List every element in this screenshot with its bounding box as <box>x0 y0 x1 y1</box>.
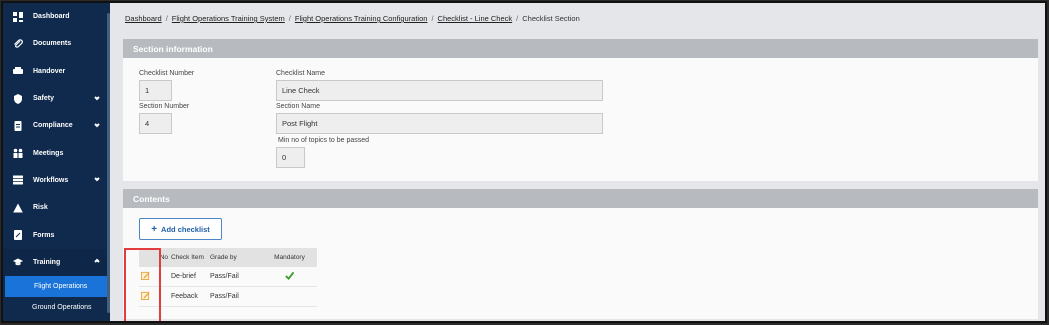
section-information-title: Section information <box>123 39 1038 58</box>
column-header-mandatory: Mandatory <box>274 254 305 261</box>
breadcrumb-link-dashboard[interactable]: Dashboard <box>125 14 162 23</box>
sidebar-item-compliance[interactable]: Compliance <box>3 112 110 139</box>
min-topics-label: Min no of topics to be passed <box>278 137 370 144</box>
workflows-icon <box>12 174 24 186</box>
breadcrumb-separator: / <box>516 14 519 23</box>
grade-by-cell: Pass/Fail <box>210 273 239 280</box>
sidebar-item-label: Forms <box>33 231 55 239</box>
table-row: Feeback Pass/Fail <box>139 287 317 307</box>
column-header-grade-by: Grade by <box>210 254 237 261</box>
sidebar-item-label: Dashboard <box>33 13 70 21</box>
sidebar-item-meetings[interactable]: Meetings <box>3 139 110 166</box>
section-name-field[interactable]: Post Flight <box>276 113 603 134</box>
check-item-cell: Feeback <box>171 293 198 300</box>
sidebar-item-documents[interactable]: Documents <box>3 30 110 57</box>
app-window: Dashboard Documents Handover Safety Comp… <box>1 1 1047 323</box>
contents-table: No Check Item Grade by Mandatory De-brie… <box>139 248 317 307</box>
min-topics-field[interactable]: 0 <box>276 147 305 168</box>
section-number-field[interactable]: 4 <box>139 113 172 134</box>
add-checklist-label: Add checklist <box>161 224 210 234</box>
section-information-panel: Section information Checklist Number 1 C… <box>123 39 1038 181</box>
sidebar-item-label: Workflows <box>33 176 69 184</box>
checklist-number-label: Checklist Number <box>139 70 195 77</box>
graduation-cap-icon <box>12 256 24 268</box>
breadcrumb-current: Checklist Section <box>522 14 580 23</box>
sidebar-subitem-ground-operations[interactable]: Ground Operations <box>3 297 110 318</box>
edit-icon[interactable] <box>141 271 151 281</box>
table-row: De-brief Pass/Fail <box>139 267 317 287</box>
sidebar-item-label: Risk <box>33 204 48 212</box>
compliance-icon <box>12 120 24 132</box>
sidebar-item-dashboard[interactable]: Dashboard <box>3 3 110 30</box>
training-subnav: Flight Operations Ground Operations <box>3 275 110 318</box>
sidebar-item-label: Training <box>33 258 61 266</box>
sidebar: Dashboard Documents Handover Safety Comp… <box>3 3 110 321</box>
checklist-name-field[interactable]: Line Check <box>276 80 603 101</box>
sidebar-subitem-flight-operations[interactable]: Flight Operations <box>5 275 108 297</box>
breadcrumb: Dashboard / Flight Operations Training Sys… <box>125 14 580 23</box>
breadcrumb-separator: / <box>165 14 168 23</box>
meetings-icon <box>12 147 24 159</box>
sidebar-item-label: Meetings <box>33 149 64 157</box>
breadcrumb-link-checklist[interactable]: Checklist - Line Check <box>438 14 513 23</box>
table-header: No Check Item Grade by Mandatory <box>139 248 317 267</box>
column-header-no: No <box>159 254 168 261</box>
sidebar-item-label: Documents <box>33 40 72 48</box>
edit-icon[interactable] <box>141 291 151 301</box>
breadcrumb-separator: / <box>431 14 434 23</box>
chevron-down-icon <box>94 95 100 103</box>
sidebar-item-safety[interactable]: Safety <box>3 85 110 112</box>
main-content: Dashboard / Flight Operations Training Sys… <box>110 3 1045 321</box>
sidebar-item-label: Handover <box>33 67 66 75</box>
section-number-label: Section Number <box>139 103 190 110</box>
sidebar-item-workflows[interactable]: Workflows <box>3 167 110 194</box>
sidebar-item-label: Safety <box>33 95 55 103</box>
sidebar-item-label: Compliance <box>33 122 73 130</box>
handover-icon <box>12 65 24 77</box>
dashboard-icon <box>12 11 24 23</box>
paperclip-icon <box>12 38 24 50</box>
sidebar-item-forms[interactable]: Forms <box>3 221 110 248</box>
sidebar-item-risk[interactable]: Risk <box>3 194 110 221</box>
shield-icon <box>12 93 24 105</box>
breadcrumb-link-training-system[interactable]: Flight Operations Training System <box>172 14 285 23</box>
checklist-name-label: Checklist Name <box>276 70 326 77</box>
sidebar-item-training[interactable]: Training <box>3 248 110 276</box>
contents-title: Contents <box>123 189 1038 208</box>
chevron-up-icon <box>94 258 100 266</box>
grade-by-cell: Pass/Fail <box>210 293 239 300</box>
forms-icon <box>12 229 24 241</box>
check-item-cell: De-brief <box>171 273 196 280</box>
chevron-down-icon <box>94 176 100 184</box>
risk-icon <box>12 202 24 214</box>
mandatory-check-icon <box>262 271 317 282</box>
checklist-number-field[interactable]: 1 <box>139 80 172 101</box>
chevron-down-icon <box>94 122 100 130</box>
breadcrumb-separator: / <box>288 14 291 23</box>
section-name-label: Section Name <box>276 103 320 110</box>
sidebar-item-handover[interactable]: Handover <box>3 58 110 85</box>
contents-panel: Contents + Add checklist No Check Item G… <box>123 189 1038 319</box>
plus-icon: + <box>151 223 158 235</box>
breadcrumb-link-training-configuration[interactable]: Flight Operations Training Configuration <box>295 14 428 23</box>
add-checklist-button[interactable]: + Add checklist <box>139 218 222 240</box>
column-header-check-item: Check Item <box>171 254 204 261</box>
